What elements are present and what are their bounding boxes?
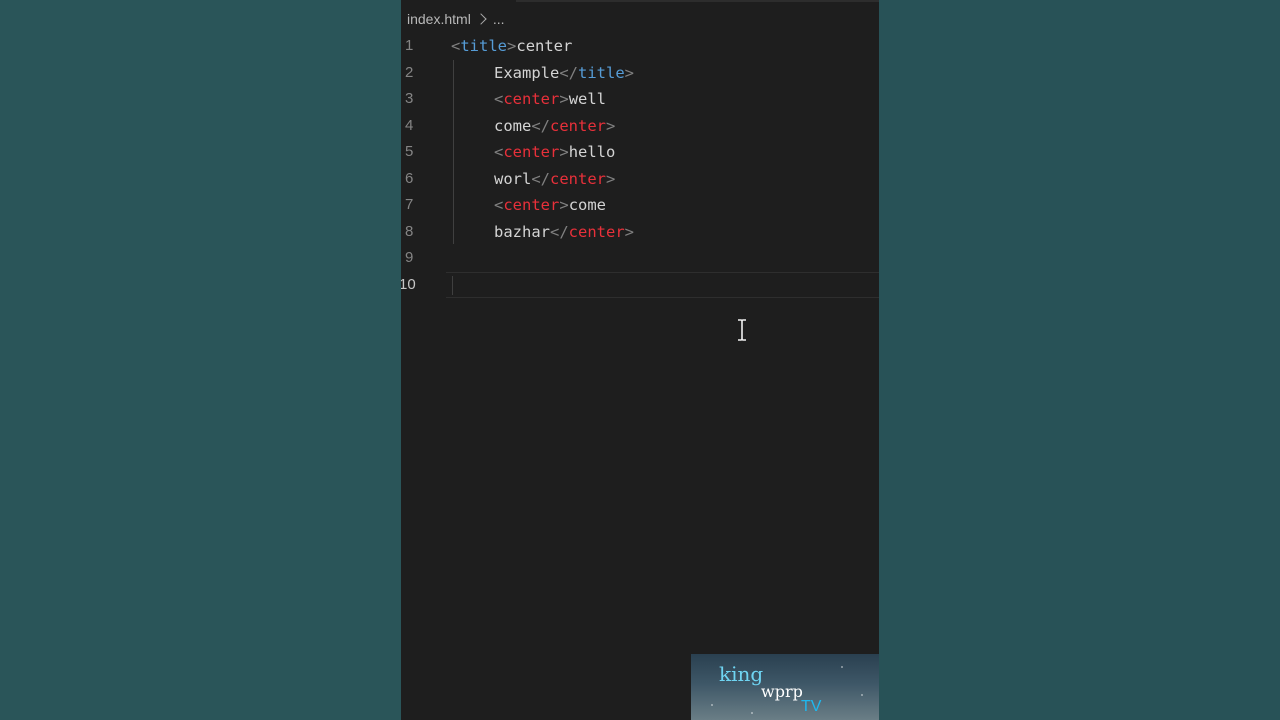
code-token-text: center bbox=[516, 37, 573, 55]
line-number: 3 bbox=[405, 90, 414, 107]
text-cursor-icon bbox=[738, 319, 746, 341]
line-content[interactable]: <center>hello bbox=[494, 139, 615, 166]
code-token-text: Example bbox=[494, 63, 560, 82]
code-token-bracket: </ bbox=[531, 116, 550, 135]
code-line[interactable]: 3 <center>well bbox=[401, 86, 879, 113]
tab-strip-edge bbox=[516, 0, 879, 2]
code-token-text: hello bbox=[568, 143, 616, 161]
code-token-bracket: </ bbox=[531, 169, 550, 188]
line-content[interactable]: <title>center bbox=[451, 33, 572, 60]
line-number: 5 bbox=[405, 143, 414, 160]
channel-watermark: king wprp TV bbox=[691, 654, 879, 720]
line-content[interactable]: <center>come bbox=[494, 192, 606, 219]
line-number: 8 bbox=[405, 222, 414, 240]
line-number: 6 bbox=[405, 169, 414, 187]
code-token-text: well bbox=[568, 90, 607, 108]
code-line[interactable]: 8 bazhar</center> bbox=[401, 219, 879, 246]
code-token-text: come bbox=[568, 196, 607, 214]
breadcrumb: index.html ... bbox=[407, 9, 504, 29]
code-token-tag-red: center bbox=[550, 116, 606, 135]
watermark-star bbox=[861, 694, 863, 696]
breadcrumb-file[interactable]: index.html bbox=[407, 11, 471, 27]
left-background bbox=[0, 0, 401, 720]
code-line[interactable]: 7 <center>come bbox=[401, 192, 879, 219]
code-line[interactable]: 6 worl</center> bbox=[401, 166, 879, 193]
code-token-bracket: < bbox=[494, 143, 504, 161]
line-content[interactable]: <center>well bbox=[494, 86, 606, 113]
code-token-bracket: < bbox=[494, 90, 504, 108]
watermark-star bbox=[841, 666, 843, 668]
code-token-bracket: > bbox=[624, 222, 635, 241]
code-token-tag-red: center bbox=[503, 196, 560, 214]
code-token-tag-red: center bbox=[568, 222, 625, 241]
chevron-right-icon bbox=[475, 13, 487, 25]
line-number: 1 bbox=[405, 37, 414, 54]
right-background bbox=[879, 0, 1280, 720]
breadcrumb-ellipsis[interactable]: ... bbox=[493, 11, 505, 27]
line-content[interactable]: bazhar</center> bbox=[494, 219, 634, 246]
watermark-tv: TV bbox=[801, 698, 822, 715]
code-token-text: come bbox=[494, 116, 532, 135]
code-token-text: worl bbox=[494, 169, 532, 188]
code-token-tag-red: center bbox=[503, 143, 560, 161]
code-line[interactable]: 10 bbox=[401, 272, 879, 299]
code-line[interactable]: 1 <title>center bbox=[401, 33, 879, 60]
line-content[interactable]: come</center> bbox=[494, 113, 615, 140]
watermark-star bbox=[751, 712, 753, 714]
code-token-tag-blue: title bbox=[578, 63, 625, 82]
watermark-king: king bbox=[719, 662, 764, 686]
code-token-bracket: > bbox=[559, 143, 569, 161]
code-editor[interactable]: index.html ... 1 <title>center 2 Example</t… bbox=[401, 0, 879, 720]
code-area[interactable]: 1 <title>center 2 Example</title> 3 <center>w… bbox=[401, 33, 879, 298]
code-line[interactable]: 5 <center>hello bbox=[401, 139, 879, 166]
watermark-star bbox=[711, 704, 713, 706]
code-token-bracket: < bbox=[451, 37, 461, 55]
watermark-wprp: wprp bbox=[761, 682, 803, 701]
line-content[interactable]: Example</title> bbox=[494, 60, 634, 87]
line-number: 2 bbox=[405, 63, 414, 81]
code-token-text: bazhar bbox=[494, 222, 550, 241]
code-token-bracket: > bbox=[559, 196, 569, 214]
code-token-bracket: > bbox=[559, 90, 569, 108]
code-token-tag-red: center bbox=[550, 169, 606, 188]
line-number: 7 bbox=[405, 196, 414, 213]
code-token-bracket: > bbox=[507, 37, 517, 55]
line-number: 4 bbox=[405, 116, 414, 134]
line-number: 9 bbox=[405, 249, 414, 266]
code-token-bracket: > bbox=[606, 116, 616, 135]
line-content[interactable]: worl</center> bbox=[494, 166, 615, 193]
code-token-tag-red: center bbox=[503, 90, 560, 108]
code-line[interactable]: 9 bbox=[401, 245, 879, 272]
code-token-tag-blue: title bbox=[460, 37, 508, 55]
code-token-bracket: < bbox=[494, 196, 504, 214]
code-token-bracket: > bbox=[624, 63, 635, 82]
line-number: 10 bbox=[401, 275, 416, 293]
code-line[interactable]: 2 Example</title> bbox=[401, 60, 879, 87]
code-line[interactable]: 4 come</center> bbox=[401, 113, 879, 140]
code-token-bracket: > bbox=[606, 169, 616, 188]
code-token-bracket: </ bbox=[550, 222, 569, 241]
code-token-bracket: </ bbox=[559, 63, 578, 82]
